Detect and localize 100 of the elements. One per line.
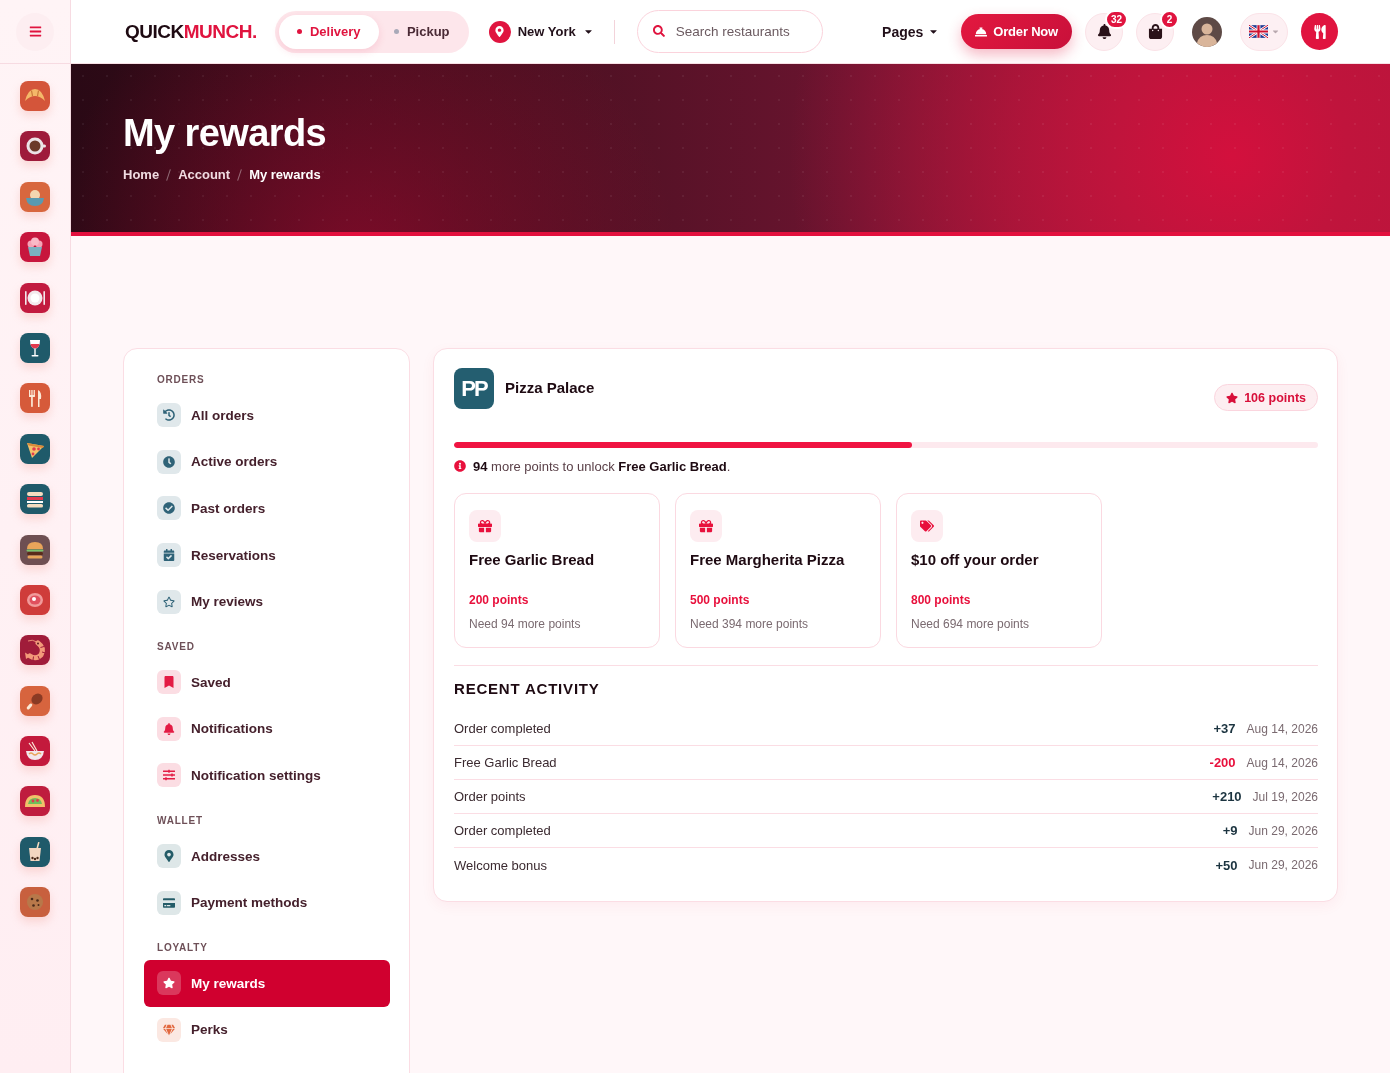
menu-item[interactable]: Saved — [144, 658, 390, 706]
menu-section-label: LOYALTY — [157, 941, 208, 954]
menu-item[interactable]: My rewards — [144, 959, 390, 1007]
taco-icon[interactable] — [20, 786, 50, 817]
noodle-bowl-icon[interactable] — [20, 736, 50, 767]
menu-item[interactable]: All orders — [144, 392, 390, 439]
wine-glass-icon[interactable] — [20, 332, 50, 363]
restaurant-logo: PP — [454, 368, 494, 409]
activity-points: +210 — [1212, 789, 1242, 804]
restaurants-button[interactable] — [1301, 13, 1338, 50]
menu-item[interactable]: Past orders — [144, 485, 390, 532]
cupcake-icon[interactable] — [20, 232, 50, 263]
location-selector[interactable]: New York — [488, 20, 594, 43]
reward-title: Free Garlic Bread — [469, 551, 596, 569]
gem-icon — [157, 1017, 181, 1042]
logo[interactable]: QUICKMUNCH. — [125, 20, 257, 43]
ice-cream-bowl-icon[interactable] — [20, 181, 50, 212]
search-icon — [652, 25, 665, 37]
info-icon — [454, 460, 466, 472]
menu-item[interactable]: Reservations — [144, 531, 390, 579]
cloche-icon — [975, 25, 988, 38]
activity-points: -200 — [1209, 755, 1236, 770]
plate-icon[interactable] — [20, 282, 50, 313]
activity-points: +37 — [1213, 721, 1236, 736]
activity-date: Aug 14, 2026 — [1246, 755, 1318, 770]
reward-cost: 200 points — [469, 593, 530, 607]
menu-item[interactable]: Notifications — [144, 705, 390, 753]
page-title: My rewards — [123, 111, 327, 155]
menu-item[interactable]: Addresses — [144, 832, 390, 880]
sliders-icon — [157, 763, 181, 788]
star-icon — [1226, 391, 1239, 404]
croissant-icon[interactable] — [20, 81, 50, 111]
menu-section-label: ORDERS — [157, 374, 205, 386]
map-pin-icon — [157, 844, 181, 869]
cutlery-icon — [1312, 24, 1327, 39]
mode-tab[interactable]: Pickup — [378, 14, 465, 49]
menu-item[interactable]: Payment methods — [144, 879, 390, 926]
cart-count: 2 — [1160, 9, 1179, 29]
menu-section-label: SAVED — [157, 640, 195, 653]
menu-button[interactable] — [16, 12, 54, 51]
shrimp-icon[interactable] — [20, 635, 50, 666]
activity-date: Jun 29, 2026 — [1248, 823, 1318, 838]
sandwich-icon[interactable] — [20, 484, 50, 515]
shopping-bag-icon — [1147, 24, 1163, 39]
drumstick-icon[interactable] — [20, 685, 50, 716]
burger-icon[interactable] — [20, 534, 50, 565]
bubble-tea-icon[interactable] — [20, 836, 50, 867]
credit-card-icon — [157, 890, 181, 915]
bookmark-icon — [157, 670, 181, 695]
reward-remaining: Need 694 more points — [911, 617, 1031, 631]
activity-label: Order completed — [454, 823, 552, 838]
search-field[interactable]: Search restaurants — [636, 10, 823, 53]
map-pin-icon — [488, 20, 511, 43]
reward-title: Free Margherita Pizza — [690, 551, 846, 569]
coffee-cup-icon[interactable] — [20, 131, 50, 162]
pizza-slice-icon[interactable] — [20, 433, 50, 464]
activity-date: Jun 29, 2026 — [1248, 858, 1318, 872]
menu-item[interactable]: Perks — [144, 1006, 390, 1054]
order-now-button[interactable]: Order Now — [961, 14, 1072, 49]
dot-icon — [296, 29, 302, 34]
activity-date: Jul 19, 2026 — [1252, 789, 1318, 804]
language-button[interactable] — [1240, 12, 1288, 51]
reward-title: $10 off your order — [911, 551, 1040, 569]
bell-icon — [157, 716, 181, 741]
cookie-icon[interactable] — [20, 887, 50, 918]
breadcrumb-link[interactable]: Home — [123, 167, 160, 183]
reward-cost: 800 points — [911, 593, 972, 607]
mode-tab[interactable]: Delivery — [278, 14, 379, 49]
progress-note: 94 more points to unlock Free Garlic Bread. — [473, 458, 731, 474]
reward-remaining: Need 394 more points — [690, 617, 810, 631]
section-title: RECENT ACTIVITY — [454, 680, 601, 698]
menu-item[interactable]: My reviews — [144, 578, 390, 625]
fork-and-knife-icon[interactable] — [20, 383, 50, 414]
activity-label: Order points — [454, 789, 527, 804]
dot-icon — [393, 29, 399, 34]
reward-remaining: Need 94 more points — [469, 617, 582, 631]
current-page-label: My rewards — [249, 167, 321, 183]
menu-item[interactable]: Active orders — [144, 438, 390, 486]
pages-menu[interactable]: Pages — [882, 23, 940, 40]
menu-item[interactable]: Notification settings — [144, 752, 390, 799]
activity-label: Free Garlic Bread — [454, 755, 558, 770]
calendar-icon — [157, 543, 181, 568]
notification-count: 32 — [1104, 9, 1128, 29]
activity-label: Order completed — [454, 721, 552, 736]
activity-date: Aug 14, 2026 — [1246, 721, 1318, 736]
clock-icon — [157, 449, 181, 474]
caret-icon — [1270, 27, 1280, 36]
breadcrumb-link[interactable]: Account — [178, 167, 231, 183]
restaurant-name: Pizza Palace — [505, 379, 595, 397]
activity-points: +9 — [1222, 823, 1238, 838]
activity-points: +50 — [1215, 857, 1238, 873]
user-avatar[interactable] — [1192, 16, 1222, 47]
points-total: 106 points — [1244, 390, 1306, 405]
flag-icon — [1248, 25, 1268, 38]
menu-icon — [28, 25, 42, 38]
reward-cost: 500 points — [690, 593, 751, 607]
activity-label: Welcome bonus — [454, 857, 548, 873]
meat-icon[interactable] — [20, 584, 50, 615]
menu-section-label: WALLET — [157, 814, 203, 827]
history-icon — [157, 403, 181, 428]
